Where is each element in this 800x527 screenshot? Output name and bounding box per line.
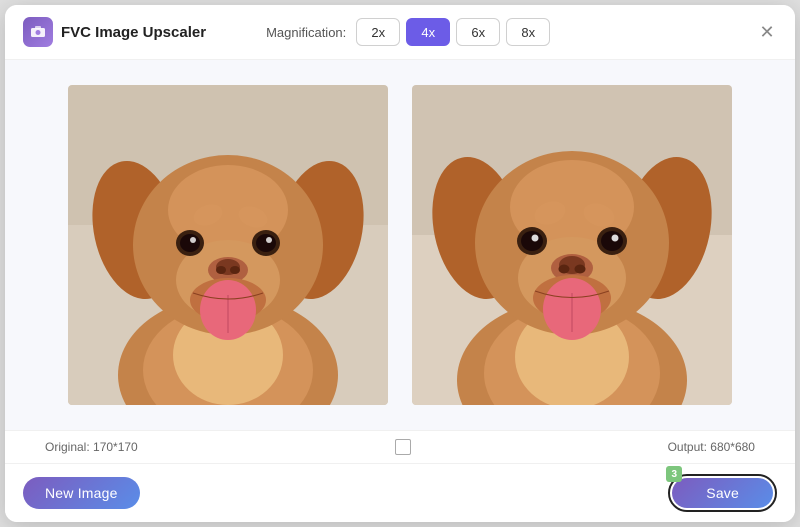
app-title: FVC Image Upscaler [61, 24, 206, 41]
save-area: 3 Save [668, 474, 777, 512]
footer: New Image 3 Save [5, 464, 795, 522]
magnification-area: Magnification: 2x 4x 6x 8x [266, 18, 550, 46]
compare-icon[interactable] [395, 439, 411, 455]
info-bar: Original: 170*170 Output: 680*680 [5, 430, 795, 464]
original-dog-image [68, 85, 388, 405]
mag-8x-button[interactable]: 8x [506, 18, 550, 46]
upscaled-image-panel [412, 85, 732, 405]
logo-area: FVC Image Upscaler [23, 17, 206, 47]
original-image-panel [68, 85, 388, 405]
mag-4x-button[interactable]: 4x [406, 18, 450, 46]
app-window: FVC Image Upscaler Magnification: 2x 4x … [5, 5, 795, 522]
output-size-label: Output: 680*680 [668, 440, 755, 454]
content-area [5, 60, 795, 430]
new-image-button[interactable]: New Image [23, 477, 140, 509]
mag-6x-button[interactable]: 6x [456, 18, 500, 46]
magnification-label: Magnification: [266, 25, 346, 40]
save-button-wrapper: Save [668, 474, 777, 512]
save-button[interactable]: Save [672, 478, 773, 508]
original-size-label: Original: 170*170 [45, 440, 138, 454]
mag-buttons-group: 2x 4x 6x 8x [356, 18, 550, 46]
header: FVC Image Upscaler Magnification: 2x 4x … [5, 5, 795, 60]
upscaled-dog-image [412, 85, 732, 405]
close-button[interactable]: ✕ [755, 20, 779, 44]
app-logo-icon [23, 17, 53, 47]
mag-2x-button[interactable]: 2x [356, 18, 400, 46]
save-badge: 3 [666, 466, 682, 482]
